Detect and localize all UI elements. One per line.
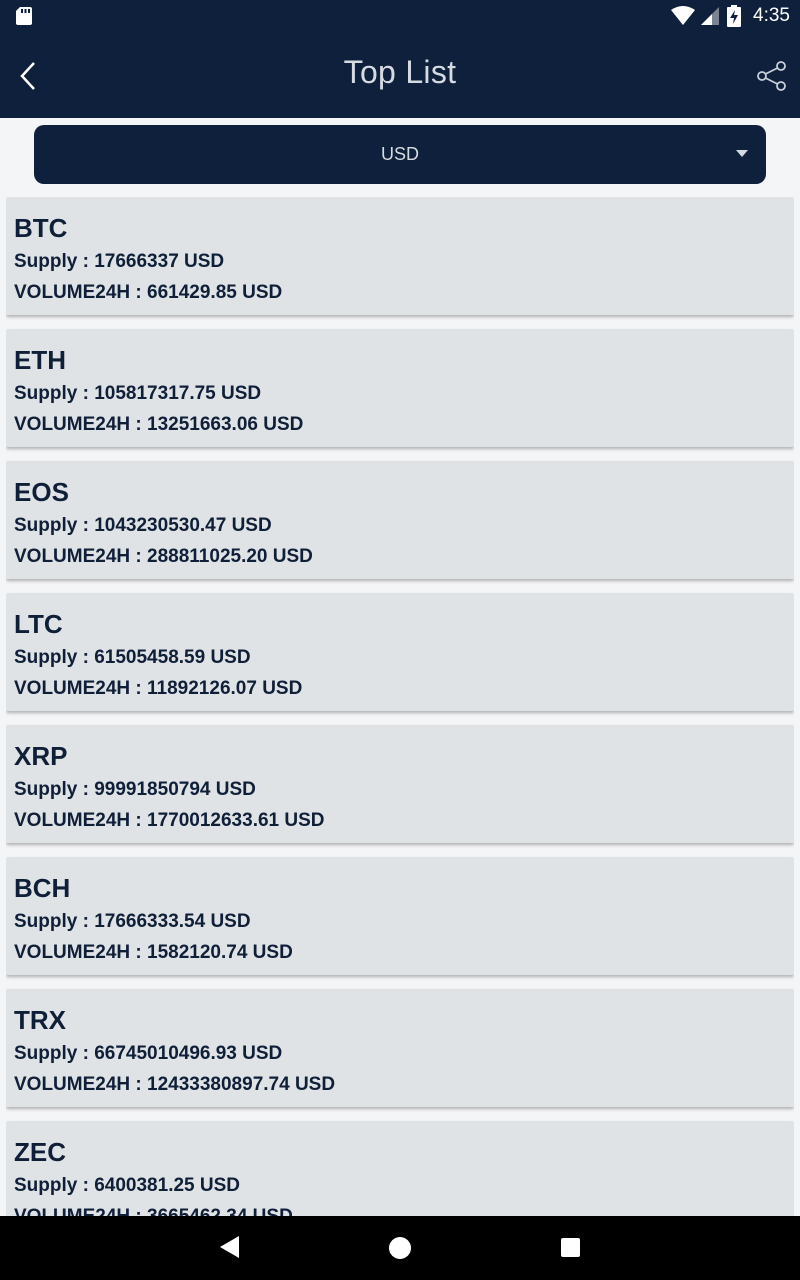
coin-card[interactable]: XRP Supply : 99991850794 USD VOLUME24H :… (6, 725, 794, 843)
coin-card[interactable]: LTC Supply : 61505458.59 USD VOLUME24H :… (6, 593, 794, 711)
app-bar: Top List (0, 32, 800, 118)
coin-volume: VOLUME24H : 3665462.34 USD (14, 1206, 786, 1216)
share-icon (757, 61, 786, 91)
home-circle-icon[interactable] (389, 1237, 411, 1259)
dropdown-arrow-icon (736, 150, 748, 157)
coin-supply: Supply : 1043230530.47 USD (14, 515, 272, 536)
coin-volume: VOLUME24H : 11892126.07 USD (14, 678, 303, 699)
coin-symbol: ETH (14, 345, 66, 375)
coin-supply: Supply : 105817317.75 USD (14, 383, 262, 404)
currency-selected-value: USD (380, 144, 419, 164)
coin-symbol: EOS (14, 477, 69, 507)
sd-card-icon (16, 7, 32, 25)
wifi-icon (671, 6, 696, 25)
status-bar: 4:35 (0, 0, 800, 32)
currency-dropdown[interactable]: USD (34, 125, 766, 184)
system-nav-bar (0, 1216, 800, 1280)
coin-card[interactable]: ETH Supply : 105817317.75 USD VOLUME24H … (6, 329, 794, 447)
coin-symbol: TRX (14, 1005, 66, 1035)
coin-symbol: BTC (14, 213, 68, 243)
coin-list[interactable]: BTC Supply : 17666337 USD VOLUME24H : 66… (6, 197, 794, 1216)
coin-card[interactable]: TRX Supply : 66745010496.93 USD VOLUME24… (6, 989, 794, 1107)
coin-volume: VOLUME24H : 288811025.20 USD (14, 546, 313, 567)
coin-volume: VOLUME24H : 12433380897.74 USD (14, 1074, 336, 1095)
coin-supply: Supply : 99991850794 USD (14, 779, 256, 800)
coin-volume: VOLUME24H : 1582120.74 USD (14, 942, 293, 963)
coin-symbol: LTC (14, 609, 63, 639)
coin-volume: VOLUME24H : 661429.85 USD (14, 282, 283, 303)
cellular-signal-icon (701, 7, 720, 25)
coin-volume: VOLUME24H : 1770012633.61 USD (14, 810, 325, 831)
coin-supply: Supply : 17666333.54 USD (14, 911, 251, 932)
back-triangle-icon[interactable] (220, 1236, 239, 1258)
page-title: Top List (343, 54, 457, 90)
status-time: 4:35 (753, 5, 790, 26)
coin-supply: Supply : 17666337 USD (14, 251, 225, 272)
coin-card[interactable]: BCH Supply : 17666333.54 USD VOLUME24H :… (6, 857, 794, 975)
recents-square-icon[interactable] (561, 1238, 580, 1257)
coin-card[interactable]: ZEC Supply : 6400381.25 USD VOLUME24H : … (6, 1121, 794, 1216)
coin-card[interactable]: BTC Supply : 17666337 USD VOLUME24H : 66… (6, 197, 794, 315)
coin-supply: Supply : 6400381.25 USD (14, 1175, 240, 1196)
battery-charging-icon (727, 5, 742, 27)
share-button[interactable] (750, 54, 794, 98)
coin-card[interactable]: EOS Supply : 1043230530.47 USD VOLUME24H… (6, 461, 794, 579)
coin-symbol: XRP (14, 741, 68, 771)
coin-supply: Supply : 66745010496.93 USD (14, 1043, 283, 1064)
coin-volume: VOLUME24H : 13251663.06 USD (14, 414, 304, 435)
coin-symbol: ZEC (14, 1137, 66, 1167)
coin-symbol: BCH (14, 873, 71, 903)
coin-supply: Supply : 61505458.59 USD (14, 647, 251, 668)
